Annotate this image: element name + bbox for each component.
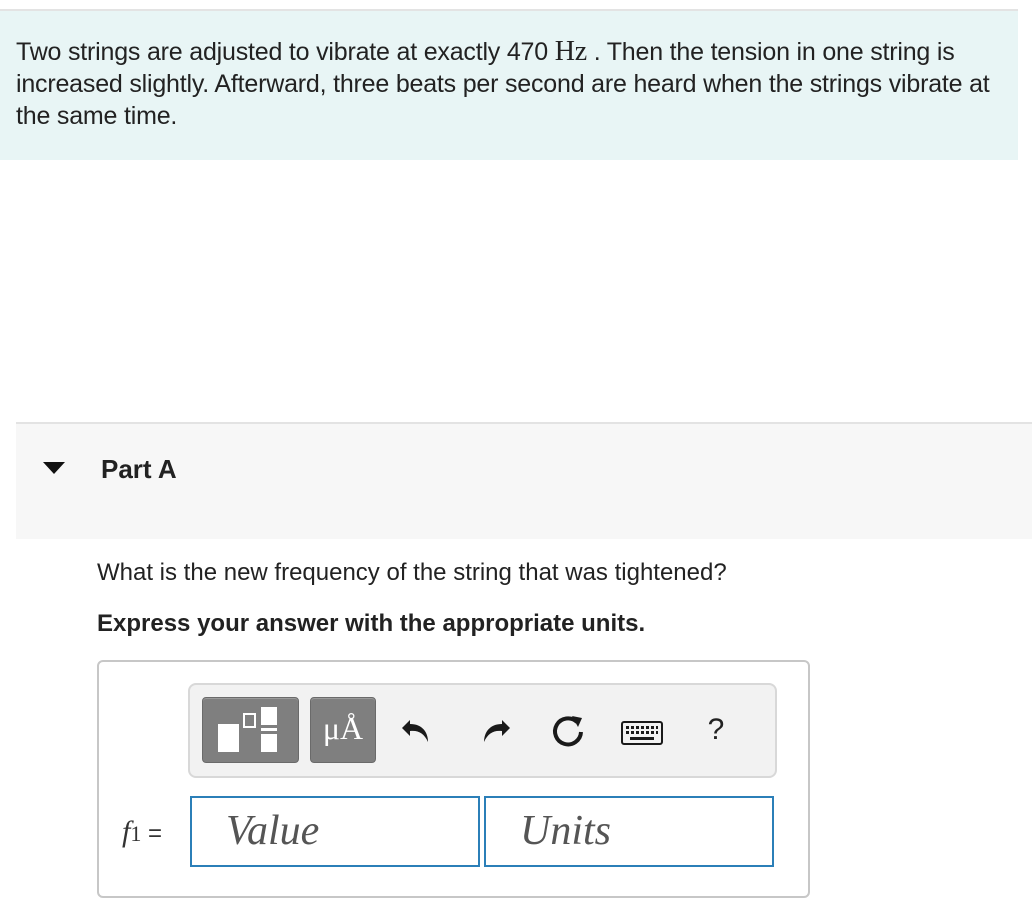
part-title[interactable]: Part A [101,454,177,485]
units-input[interactable]: Units [484,796,774,867]
answer-variable-label: f1 = [122,815,162,849]
reset-circular-arrow-icon[interactable] [548,710,588,750]
units-button-label: μÅ [322,710,364,746]
variable-subscript: 1 [130,821,142,846]
templates-icon [218,707,277,752]
help-button[interactable]: ? [696,710,736,750]
equals-sign: = [148,820,163,847]
value-input[interactable]: Value [190,796,480,867]
redo-arrow-icon[interactable] [474,710,514,750]
units-button[interactable]: μÅ [310,697,376,763]
problem-statement-text: Two strings are adjusted to vibrate at e… [16,36,996,132]
instruction-text: Express your answer with the appropriate… [97,610,646,637]
question-text: What is the new frequency of the string … [97,559,727,586]
problem-unit: Hz [554,36,587,67]
undo-arrow-icon[interactable] [398,710,438,750]
problem-text-start: Two strings are adjusted to vibrate at e… [16,38,555,66]
templates-button[interactable] [202,697,299,763]
collapse-caret-icon[interactable] [43,462,65,474]
keyboard-icon[interactable] [621,720,663,746]
